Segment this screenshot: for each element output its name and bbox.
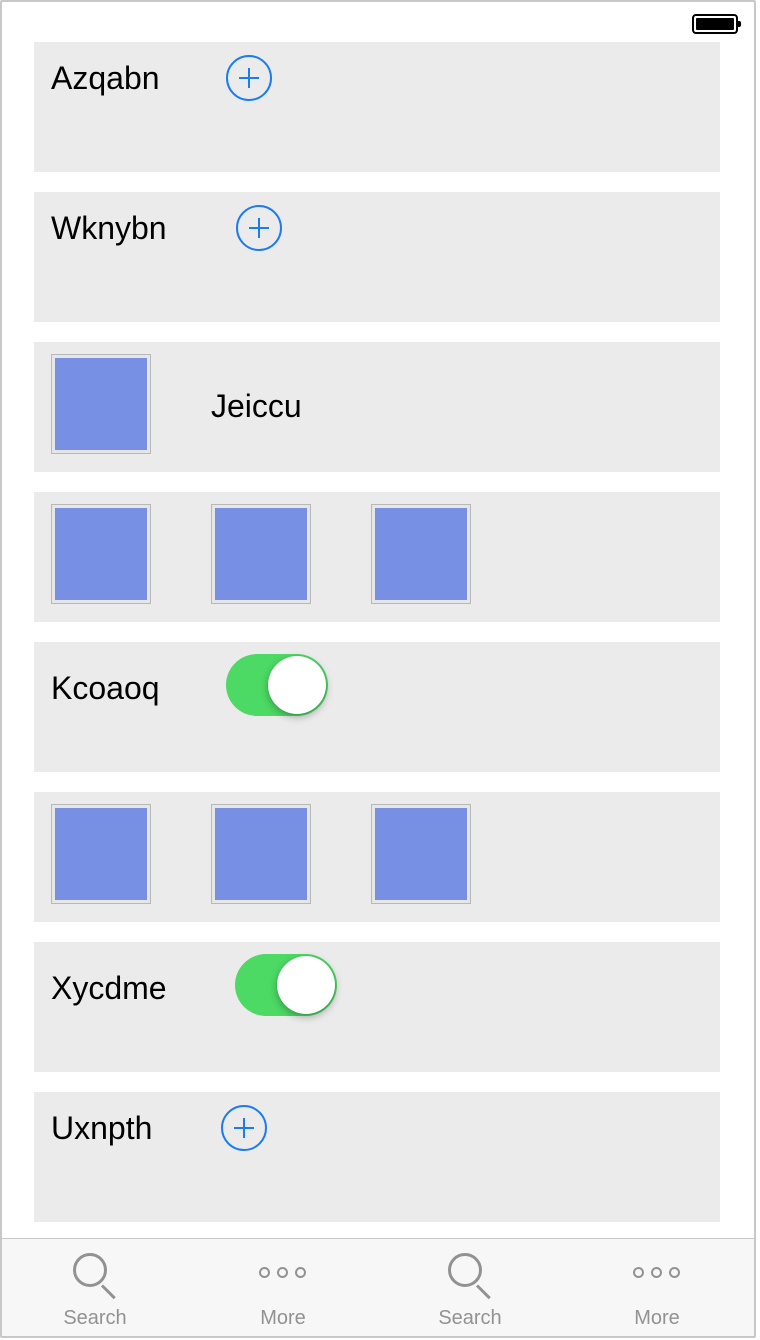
list-cell-xycdme: Xycdme — [34, 942, 720, 1072]
list-cell-uxnpth: Uxnpth — [34, 1092, 720, 1222]
image-thumbnail[interactable] — [51, 504, 151, 604]
image-thumbnail[interactable] — [211, 504, 311, 604]
list-cell-image-row — [34, 492, 720, 622]
image-thumbnail[interactable] — [371, 504, 471, 604]
tab-label: Search — [438, 1307, 502, 1329]
cell-label: Jeiccu — [211, 388, 302, 424]
toggle-knob — [277, 956, 335, 1014]
search-icon — [444, 1251, 496, 1300]
more-icon — [631, 1267, 683, 1279]
image-thumbnail[interactable] — [51, 354, 151, 454]
cell-label: Xycdme — [51, 970, 167, 1006]
cell-label: Kcoaoq — [51, 670, 160, 706]
image-thumbnail[interactable] — [211, 804, 311, 904]
tab-search[interactable]: Search — [400, 1239, 540, 1336]
tab-search[interactable]: Search — [25, 1239, 165, 1336]
list-cell-wknybn: Wknybn — [34, 192, 720, 322]
tab-bar: Search More Search More — [2, 1238, 754, 1336]
list-cell-image-row — [34, 792, 720, 922]
tab-more[interactable]: More — [213, 1239, 353, 1336]
tab-label: More — [634, 1307, 680, 1329]
cell-label: Uxnpth — [51, 1110, 153, 1146]
image-thumbnail[interactable] — [371, 804, 471, 904]
tab-more[interactable]: More — [587, 1239, 727, 1336]
add-icon[interactable] — [221, 1105, 267, 1151]
cell-label: Wknybn — [51, 210, 167, 246]
search-icon — [69, 1251, 121, 1300]
image-thumbnail[interactable] — [51, 804, 151, 904]
cell-label: Azqabn — [51, 60, 160, 96]
tab-label: More — [260, 1307, 306, 1329]
list-cell-jeiccu: Jeiccu — [34, 342, 720, 472]
tab-label: Search — [63, 1307, 127, 1329]
battery-icon — [692, 14, 741, 34]
list-cell-kcoaoq: Kcoaoq — [34, 642, 720, 772]
list-cell-azqabn: Azqabn — [34, 42, 720, 172]
more-icon — [257, 1267, 309, 1279]
toggle-knob — [268, 656, 326, 714]
phone-screen: Azqabn Wknybn Jeiccu Kcoaoq Xycdme Uxnpt… — [0, 0, 756, 1338]
toggle-switch[interactable] — [226, 654, 328, 716]
add-icon[interactable] — [236, 205, 282, 251]
add-icon[interactable] — [226, 55, 272, 101]
toggle-switch[interactable] — [235, 954, 337, 1016]
